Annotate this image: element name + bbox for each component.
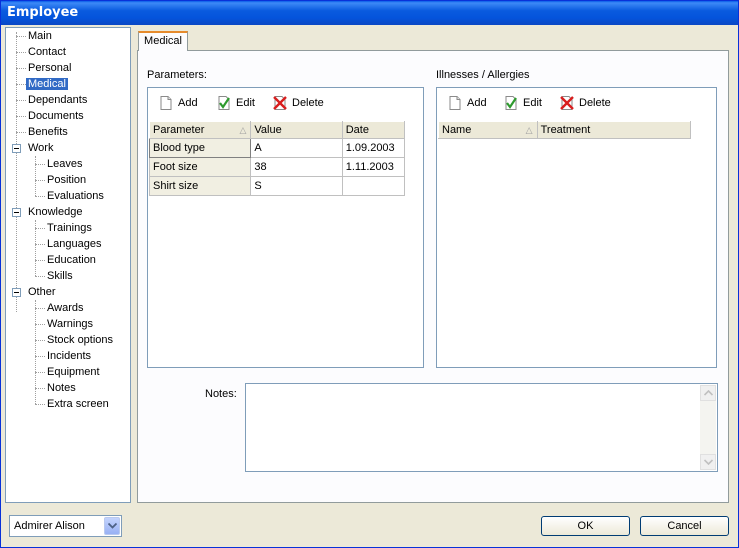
table-cell[interactable]: 1.09.2003 <box>341 138 406 158</box>
scroll-down-icon[interactable] <box>700 454 716 470</box>
notes-scrollbar[interactable] <box>700 385 716 470</box>
check-icon <box>218 96 230 110</box>
column-header-date[interactable]: Date <box>341 121 406 139</box>
check-icon <box>505 96 517 110</box>
table-cell[interactable] <box>341 176 406 196</box>
user-select[interactable]: Admirer Alison <box>9 515 122 537</box>
chevron-down-icon[interactable] <box>104 517 120 535</box>
column-header-name[interactable]: Name △ <box>438 121 538 139</box>
tree-item-incidents[interactable]: Incidents <box>45 348 93 364</box>
tree-guide-line <box>35 156 36 196</box>
parameters-toolbar: Add Edit Delete <box>148 88 423 119</box>
tree-item-awards[interactable]: Awards <box>45 300 85 316</box>
tree-item-work[interactable]: Work <box>26 140 55 156</box>
tree-item-knowledge[interactable]: Knowledge <box>26 204 84 220</box>
tree-item-leaves[interactable]: Leaves <box>45 156 84 172</box>
tree-item-evaluations[interactable]: Evaluations <box>45 188 106 204</box>
tree-item-equipment[interactable]: Equipment <box>45 364 102 380</box>
parameters-panel: Add Edit Delete Parameter △ Value Date B… <box>147 87 424 368</box>
table-cell[interactable]: 38 <box>250 157 343 177</box>
tree-item-languages[interactable]: Languages <box>45 236 103 252</box>
table-cell[interactable]: Blood type <box>148 138 252 158</box>
scroll-up-icon[interactable] <box>700 385 716 401</box>
table-cell[interactable]: Shirt size <box>148 176 252 196</box>
tree-item-stock-options[interactable]: Stock options <box>45 332 115 348</box>
table-row[interactable]: Blood type A 1.09.2003 <box>148 138 406 158</box>
parameters-grid[interactable]: Parameter △ Value Date Blood type A 1.09.… <box>148 121 406 196</box>
collapse-icon[interactable] <box>12 288 21 297</box>
tree-guide-line <box>16 32 17 312</box>
employee-window: Employee Main Contact Personal Medical D… <box>0 0 739 548</box>
ok-button[interactable]: OK <box>541 516 630 536</box>
cancel-button[interactable]: Cancel <box>640 516 729 536</box>
table-cell[interactable]: S <box>250 176 343 196</box>
notes-label: Notes: <box>205 388 237 400</box>
red-x-icon <box>273 96 287 110</box>
collapse-icon[interactable] <box>12 144 21 153</box>
parameters-label: Parameters: <box>147 69 207 81</box>
navigation-tree[interactable]: Main Contact Personal Medical Dependants… <box>5 27 131 503</box>
illnesses-panel: Add Edit Delete Name △ Treatment <box>436 87 717 368</box>
sort-arrow-icon: △ <box>239 125 247 135</box>
notes-textarea[interactable] <box>245 383 718 472</box>
page-icon <box>160 96 172 110</box>
illnesses-toolbar: Add Edit Delete <box>437 88 716 119</box>
table-cell[interactable]: A <box>250 138 343 158</box>
tree-item-other[interactable]: Other <box>26 284 58 300</box>
tree-item-main[interactable]: Main <box>26 28 54 44</box>
column-header-value[interactable]: Value <box>250 121 343 139</box>
tree-item-medical[interactable]: Medical <box>26 76 68 92</box>
tree-item-skills[interactable]: Skills <box>45 268 75 284</box>
tree-item-extra-screen[interactable]: Extra screen <box>45 396 111 412</box>
collapse-icon[interactable] <box>12 208 21 217</box>
tree-item-documents[interactable]: Documents <box>26 108 86 124</box>
table-row[interactable]: Shirt size S <box>148 176 406 196</box>
red-x-icon <box>560 96 574 110</box>
page-icon <box>449 96 461 110</box>
tree-item-contact[interactable]: Contact <box>26 44 68 60</box>
table-row[interactable]: Foot size 38 1.11.2003 <box>148 157 406 177</box>
tree-item-benefits[interactable]: Benefits <box>26 124 70 140</box>
tree-item-trainings[interactable]: Trainings <box>45 220 94 236</box>
tree-item-personal[interactable]: Personal <box>26 60 73 76</box>
tree-item-position[interactable]: Position <box>45 172 88 188</box>
tree-item-education[interactable]: Education <box>45 252 98 268</box>
tree-item-warnings[interactable]: Warnings <box>45 316 95 332</box>
column-header-parameter[interactable]: Parameter △ <box>148 121 252 139</box>
window-title: Employee <box>1 1 738 25</box>
user-select-value: Admirer Alison <box>14 520 85 532</box>
tab-medical[interactable]: Medical <box>138 31 188 51</box>
illnesses-grid[interactable]: Name △ Treatment <box>438 121 692 139</box>
tree-item-notes[interactable]: Notes <box>45 380 78 396</box>
column-header-treatment[interactable]: Treatment <box>536 121 692 139</box>
table-cell[interactable]: 1.11.2003 <box>341 157 406 177</box>
illnesses-label: Illnesses / Allergies <box>436 69 530 81</box>
tree-item-dependants[interactable]: Dependants <box>26 92 89 108</box>
table-cell[interactable]: Foot size <box>148 157 252 177</box>
sort-arrow-icon: △ <box>525 125 533 135</box>
